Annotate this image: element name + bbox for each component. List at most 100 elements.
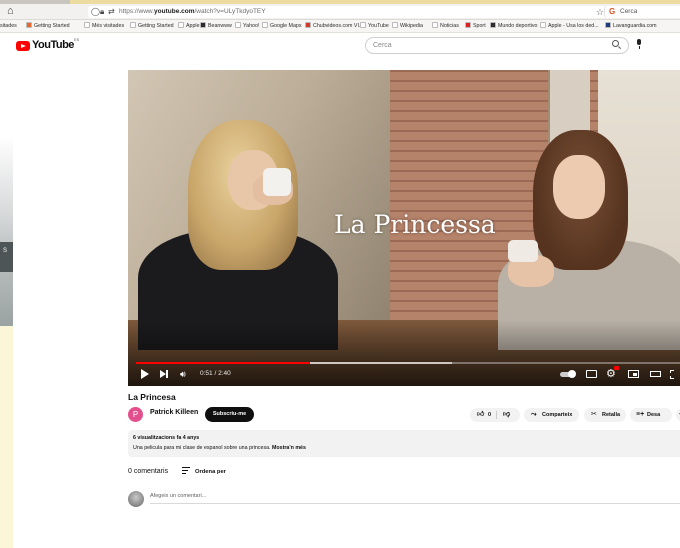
video-title: La Princesa [128, 392, 176, 402]
subscribe-button[interactable]: Subscriu-me [205, 407, 254, 422]
settings-gear-icon[interactable]: ⚙ [606, 366, 619, 381]
youtube-play-icon [16, 41, 30, 51]
channel-avatar[interactable]: P [128, 407, 143, 422]
autoplay-toggle[interactable] [560, 367, 576, 381]
search-engine-icon: G [609, 7, 616, 16]
fragment-image [0, 136, 13, 326]
scissors-icon: ✂ [591, 411, 597, 418]
bookmark-item[interactable]: Wikipedia [392, 20, 423, 32]
bookmark-item[interactable]: Més visitades [84, 20, 125, 32]
bookmark-favicon-icon [465, 22, 471, 28]
browser-search-field[interactable]: G Cerca [604, 6, 680, 18]
scene-person-right-face [553, 155, 605, 219]
comments-count: 0 comentaris [128, 468, 169, 475]
bookmark-item[interactable]: Yahoo! [235, 20, 259, 32]
bookmark-favicon-icon [605, 22, 611, 28]
address-url[interactable]: https://www.youtube.com/watch?v=ULyTkdyo… [119, 6, 266, 18]
bookmark-item[interactable]: Noticias [432, 20, 459, 32]
bookmark-item[interactable]: Beanwww [200, 20, 232, 32]
like-dislike-button[interactable]: 👍︎ 0 👎︎ [470, 408, 520, 422]
share-button[interactable]: ⤳ Comparteix [524, 408, 579, 422]
sort-label: Ordena per [195, 469, 226, 475]
mic-stand [638, 46, 640, 49]
browser-search-placeholder: Cerca [620, 8, 638, 15]
bookmark-item[interactable]: Getting Started [130, 20, 174, 32]
bookmark-item[interactable]: Google Maps [262, 20, 302, 32]
description-box[interactable]: 6 visualitzacions fa 4 anys Una pelicula… [128, 430, 680, 457]
bookmark-favicon-icon [490, 22, 496, 28]
description-body: Una pelicula para mi clase de espanol so… [133, 445, 271, 451]
save-label: Desa [647, 412, 661, 418]
bookmark-star-icon[interactable]: ☆ [596, 6, 604, 18]
sort-icon [182, 467, 190, 474]
shield-icon[interactable]: ◯ [91, 6, 100, 18]
permissions-icon[interactable]: ⇄ [108, 6, 115, 18]
theater-mode-icon[interactable] [650, 367, 662, 381]
bookmark-item[interactable]: Getting Started [26, 20, 70, 32]
bookmark-item[interactable]: YouTube [360, 20, 389, 32]
bookmark-favicon-icon [130, 22, 136, 28]
miniplayer-inner [633, 373, 637, 376]
background-window-fragment: S [0, 62, 13, 548]
fullscreen-corner-bottom [670, 376, 674, 379]
home-icon[interactable]: ⌂ [7, 5, 14, 17]
lock-icon[interactable]: 🔒︎ [100, 6, 104, 18]
channel-name[interactable]: Patrick Killeen [150, 409, 198, 416]
bookmark-item[interactable]: Chubvideos.com VI... [305, 20, 363, 32]
bookmark-favicon-icon [540, 22, 546, 28]
progress-played [136, 362, 311, 364]
clip-label: Retalla [602, 412, 621, 418]
share-label: Comparteix [542, 412, 573, 418]
search-icon[interactable] [612, 40, 619, 47]
bookmark-label: Noticias [440, 23, 459, 29]
video-player[interactable]: La Princessa 🔊︎ 0:51 / 2:40 ⚙ [128, 70, 680, 386]
clip-button[interactable]: ✂ Retalla [584, 408, 626, 422]
thumbs-up-icon[interactable]: 👍︎ [477, 408, 484, 422]
theater-box [650, 371, 661, 377]
bookmark-label: Lavanguardia.com [613, 23, 657, 29]
bookmark-label: Més visitades [92, 23, 125, 29]
bookmark-label: Mundo deportivo [498, 23, 538, 29]
hd-badge [614, 366, 619, 370]
bookmark-label: Apple - Usa los ded... [548, 23, 599, 29]
volume-icon[interactable]: 🔊︎ [180, 367, 192, 381]
bookmark-item[interactable]: Sport [465, 20, 486, 32]
bookmark-favicon-icon [178, 22, 184, 28]
save-button[interactable]: ≡+ Desa [630, 408, 672, 422]
bookmark-favicon-icon [392, 22, 398, 28]
fragment-letter: S [3, 248, 8, 254]
next-icon[interactable] [160, 367, 170, 381]
bookmark-favicon-icon [305, 22, 311, 28]
add-to-playlist-icon: ≡+ [636, 411, 645, 418]
bookmark-item[interactable]: Lavanguardia.com [605, 20, 657, 32]
share-icon: ⤳ [531, 411, 537, 418]
bookmark-label: Apple [186, 23, 200, 29]
miniplayer-icon[interactable] [628, 367, 640, 381]
bookmark-item[interactable]: Mundo deportivo [490, 20, 538, 32]
view-count-date: 6 visualitzacions fa 4 anys [133, 435, 200, 441]
fullscreen-icon[interactable] [670, 367, 680, 381]
bookmark-label: sitades [0, 23, 17, 29]
youtube-search-input[interactable]: Cerca [365, 37, 629, 54]
bookmark-favicon-icon [432, 22, 438, 28]
bookmark-label: YouTube [368, 23, 389, 29]
sort-comments-button[interactable]: Ordena per [182, 467, 226, 475]
bookmark-item[interactable]: Apple [178, 20, 200, 32]
bookmark-label: Getting Started [34, 23, 70, 29]
bookmark-item[interactable]: sitades [0, 20, 17, 32]
progress-bar[interactable] [136, 362, 680, 364]
more-actions-button[interactable]: ⋯ [676, 408, 680, 422]
microphone-icon[interactable] [636, 39, 642, 51]
like-separator [496, 411, 497, 419]
bookmark-favicon-icon [200, 22, 206, 28]
bookmark-favicon-icon [26, 22, 32, 28]
add-comment-input[interactable]: Afegeix un comentari... [150, 491, 680, 504]
show-more-link[interactable]: Mostra'n més [272, 445, 306, 451]
play-icon[interactable] [140, 367, 150, 381]
bookmark-item[interactable]: Apple - Usa los ded... [540, 20, 599, 32]
subtitles-icon[interactable] [586, 367, 598, 381]
bookmark-label: Google Maps [270, 23, 302, 29]
video-overlay-title: La Princessa [334, 210, 496, 239]
address-bar[interactable]: ◯ 🔒︎ ⇄ https://www.youtube.com/watch?v=U… [88, 6, 612, 18]
thumbs-down-icon[interactable]: 👎︎ [503, 408, 510, 422]
